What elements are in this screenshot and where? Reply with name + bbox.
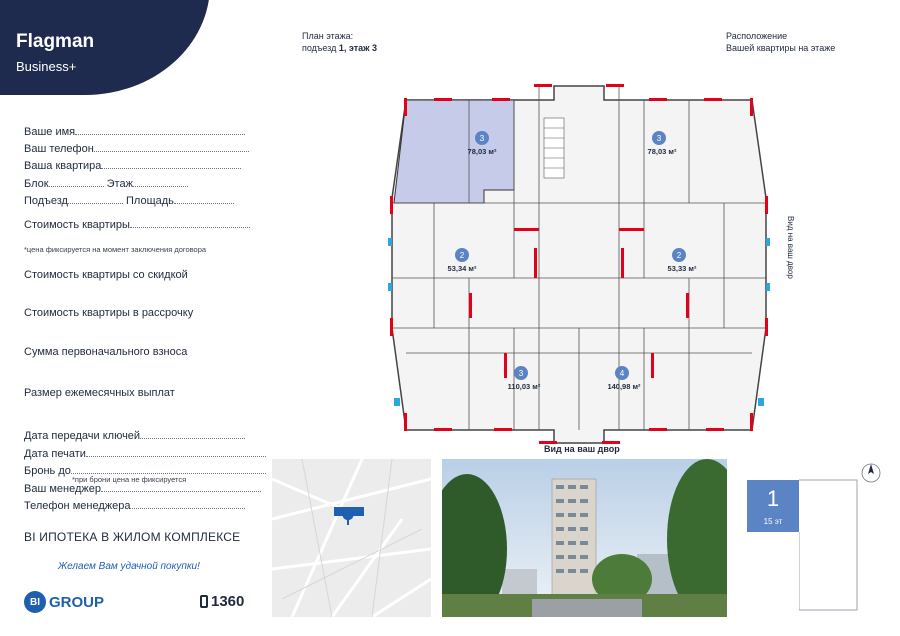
apt-6-area: 140,98 м² (607, 382, 641, 391)
view-side-label: Вид на ваш двор (786, 216, 795, 279)
apt-3-area: 53,34 м² (448, 264, 477, 273)
apt-5-area: 110,03 м² (508, 382, 541, 391)
phone-icon (200, 595, 208, 608)
apt-2-area: 78,03 м² (648, 147, 677, 156)
field-price[interactable]: Стоимость квартиры (24, 218, 250, 231)
field-manager[interactable]: Ваш менеджер (24, 482, 261, 495)
field-price-discount: Стоимость квартиры со скидкой (24, 269, 188, 281)
logo-text: GROUP (49, 593, 105, 611)
apt-1-rooms: 3 (480, 134, 485, 143)
floor-total: 15 эт (763, 517, 783, 526)
field-block[interactable]: Блок Этаж (24, 177, 188, 190)
apt-4-area: 53,33 м² (668, 264, 697, 273)
compass-icon (861, 463, 881, 483)
field-area[interactable]: Площадь (126, 195, 174, 207)
price-note: *цена фиксируется на момент заключения д… (24, 245, 207, 254)
field-price-installment: Стоимость квартиры в рассрочку (24, 307, 194, 319)
promo-text: BI ИПОТЕКА В ЖИЛОМ КОМПЛЕКСЕ (24, 530, 241, 544)
apt-4-rooms: 2 (677, 251, 682, 260)
apt-1-area: 78,03 м² (468, 147, 497, 156)
field-entrance[interactable]: Подъезд Площадь (24, 194, 234, 207)
brand-subtitle: Business+ (16, 59, 77, 74)
floor-number: 1 (766, 486, 780, 511)
view-bottom-label: Вид на ваш двор (544, 444, 620, 454)
field-monthly-payment: Размер ежемесячных выплат (24, 387, 175, 399)
field-name[interactable]: Ваше имя (24, 125, 246, 138)
plan-header: План этажа: подъезд 1, этаж 3 (302, 31, 378, 53)
location-header: Расположение Вашей квартиры на этаже (726, 31, 836, 53)
field-down-payment: Сумма первоначального взноса (24, 346, 188, 358)
phone-number[interactable]: 1360 (200, 593, 244, 610)
field-phone[interactable]: Ваш телефон (24, 142, 249, 155)
logo-mark: BI (24, 591, 46, 613)
building-photo (442, 459, 727, 617)
location-map (272, 459, 431, 617)
apt-5-rooms: 3 (519, 369, 524, 378)
field-manager-phone[interactable]: Телефон менеджера (24, 499, 246, 512)
bi-group-logo: BI GROUP (24, 591, 104, 613)
field-print-date[interactable]: Дата печати (24, 447, 266, 460)
brand-title: Flagman (16, 31, 95, 52)
field-apartment[interactable]: Ваша квартира (24, 159, 242, 172)
apt-2-rooms: 3 (657, 134, 662, 143)
floor-indicator: 1 15 эт (747, 480, 799, 532)
apt-3-rooms: 2 (460, 251, 465, 260)
building-outline (799, 479, 858, 611)
apt-6-rooms: 4 (620, 369, 625, 378)
field-handover-date[interactable]: Дата передачи ключей (24, 429, 246, 442)
field-floor[interactable]: Этаж (107, 178, 133, 190)
wish-text: Желаем Вам удачной покупки! (58, 561, 200, 572)
floor-plan: 3 3 2 2 3 4 78,03 м² 78,03 м² 53,34 м² 5… (388, 84, 770, 444)
